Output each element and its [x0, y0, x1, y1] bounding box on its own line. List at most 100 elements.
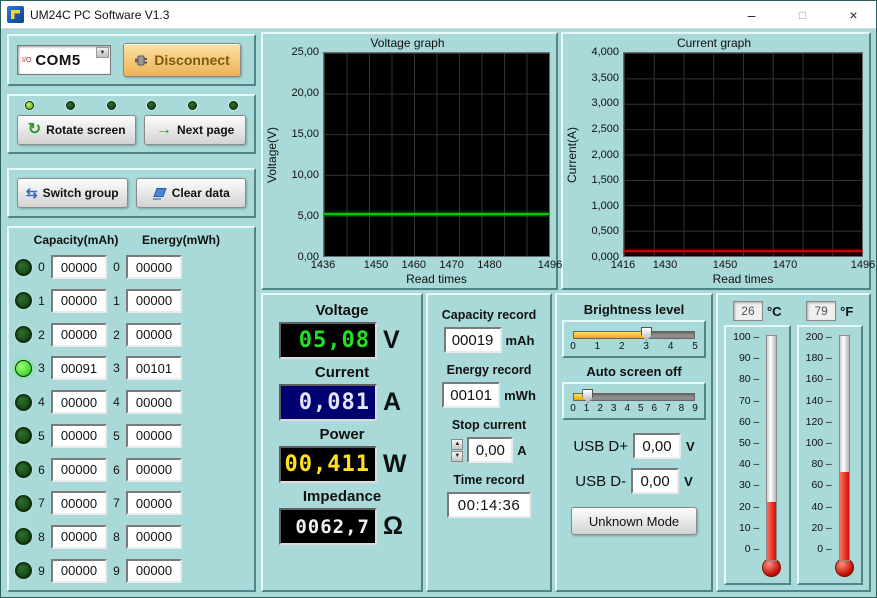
- energy-value-box: 00000: [126, 525, 182, 549]
- thermo-tick-label: 50 –: [739, 437, 759, 449]
- group-row-8: 800000800000: [15, 520, 248, 553]
- window-title: UM24C PC Software V1.3: [30, 8, 723, 22]
- capacity-value-box: 00000: [51, 424, 107, 448]
- autooff-track[interactable]: [573, 393, 695, 401]
- x-tick-label: 1470: [773, 259, 797, 271]
- group-led-0: [15, 259, 32, 276]
- group-row-7: 700000700000: [15, 487, 248, 520]
- energy-value-box: 00000: [126, 491, 182, 515]
- capacity-value-box: 00000: [51, 289, 107, 313]
- current-y-axis-label: Current(A): [565, 52, 579, 257]
- maximize-button[interactable]: □: [780, 1, 825, 29]
- readings-panel: Voltage 05,08 V Current 0,081 A Power 00…: [261, 293, 423, 592]
- thermo-tick-label: 80 –: [811, 458, 831, 470]
- voltage-unit: V: [383, 326, 400, 355]
- switch-icon: ⇆: [26, 186, 38, 200]
- usb-dplus-value: 0,00: [633, 433, 681, 459]
- x-tick-label: 1430: [653, 259, 677, 271]
- thermo-tick-label: 0 –: [745, 543, 760, 555]
- slider-tick-label: 8: [679, 403, 685, 414]
- clear-data-label: Clear data: [172, 186, 230, 200]
- close-button[interactable]: ×: [831, 1, 876, 29]
- energy-value-box: 00000: [126, 458, 182, 482]
- capacity-record-box: 00019: [444, 327, 502, 353]
- brightness-tick-labels: 012345: [573, 341, 695, 354]
- y-tick-label: 5,00: [298, 210, 319, 222]
- group-led-1: [15, 292, 32, 309]
- current-graph: Current graph Current(A) 4,0003,5003,000…: [561, 32, 871, 290]
- energy-value-box: 00101: [126, 356, 182, 380]
- brightness-track[interactable]: [573, 331, 695, 339]
- fahrenheit-value-box: 79: [806, 301, 836, 321]
- com-port-select[interactable]: I/O COM5 ▼: [17, 45, 111, 75]
- next-page-button[interactable]: → Next page: [144, 115, 246, 145]
- fahrenheit-tube-wrap: [835, 335, 854, 577]
- usb-dminus-unit: V: [684, 474, 693, 489]
- usb-dplus-unit: V: [686, 439, 695, 454]
- group-index: 3: [37, 361, 46, 375]
- combo-dropdown-icon[interactable]: ▼: [96, 47, 109, 58]
- capacity-value-box: 00000: [51, 525, 107, 549]
- status-led-row: [17, 101, 246, 110]
- autooff-tick-labels: 0123456789: [573, 403, 695, 416]
- switch-group-label: Switch group: [43, 186, 119, 200]
- disconnect-button[interactable]: Disconnect: [123, 43, 241, 77]
- brightness-slider[interactable]: 012345: [562, 320, 706, 358]
- group-led-7: [15, 495, 32, 512]
- energy-record-box: 00101: [442, 382, 500, 408]
- brightness-thumb[interactable]: [641, 327, 652, 341]
- celsius-scale: 100 –90 –80 –70 –60 –50 –40 –30 –20 –10 …: [733, 331, 759, 577]
- step-down-icon[interactable]: ▼: [451, 451, 463, 462]
- thermometer-celsius: 26 °C 100 –90 –80 –70 –60 –50 –40 –30 –2…: [724, 301, 791, 585]
- mode-button[interactable]: Unknown Mode: [571, 507, 697, 535]
- step-up-icon[interactable]: ▲: [451, 439, 463, 450]
- current-x-axis-label: Read times: [623, 272, 863, 288]
- capacity-value-box: 00000: [51, 559, 107, 583]
- thermo-tick-label: 30 –: [739, 479, 759, 491]
- current-unit: A: [383, 388, 401, 417]
- clear-data-button[interactable]: Clear data: [136, 178, 247, 208]
- energy-header: Energy(mWh): [135, 233, 227, 247]
- energy-value-box: 00000: [126, 289, 182, 313]
- usb-dminus-value: 0,00: [631, 468, 679, 494]
- energy-value-box: 00000: [126, 323, 182, 347]
- x-tick-label: 1450: [364, 259, 388, 271]
- nav-panel: ↻ Rotate screen → Next page: [7, 94, 256, 154]
- fahrenheit-thermometer: 200 –180 –160 –140 –120 –100 –80 –60 –40…: [797, 325, 864, 585]
- autooff-thumb[interactable]: [582, 389, 593, 403]
- x-tick-label: 1496: [851, 259, 875, 271]
- group-index: 4: [112, 395, 121, 409]
- stop-current-input[interactable]: 0,00: [467, 437, 513, 463]
- thermo-tick-label: 40 –: [811, 501, 831, 513]
- brightness-label: Brightness level: [584, 302, 684, 317]
- group-data-panel: Capacity(mAh) Energy(mWh) 00000000000010…: [7, 226, 256, 592]
- right-area: Voltage graph Voltage(V) 25,0020,0015,00…: [259, 29, 876, 597]
- celsius-tube-wrap: [762, 335, 781, 577]
- current-label: Current: [269, 364, 415, 381]
- energy-record-label: Energy record: [447, 363, 532, 377]
- energy-value-box: 00000: [126, 424, 182, 448]
- slider-tick-label: 3: [611, 403, 617, 414]
- group-row-2: 200000200000: [15, 318, 248, 351]
- slider-tick-label: 5: [638, 403, 644, 414]
- x-tick-label: 1450: [713, 259, 737, 271]
- group-row-9: 900000900000: [15, 554, 248, 587]
- group-row-5: 500000500000: [15, 419, 248, 452]
- status-led-3: [147, 101, 156, 110]
- y-tick-label: 1,000: [591, 200, 619, 212]
- group-index: 1: [37, 294, 46, 308]
- rotate-screen-button[interactable]: ↻ Rotate screen: [17, 115, 136, 145]
- group-row-6: 600000600000: [15, 453, 248, 486]
- thermometer-fahrenheit: 79 °F 200 –180 –160 –140 –120 –100 –80 –…: [797, 301, 864, 585]
- current-series-line: [624, 250, 862, 252]
- voltage-label: Voltage: [269, 302, 415, 319]
- minimize-button[interactable]: –: [729, 1, 774, 29]
- switch-group-button[interactable]: ⇆ Switch group: [17, 178, 128, 208]
- status-led-2: [107, 101, 116, 110]
- autooff-slider[interactable]: 0123456789: [562, 382, 706, 420]
- voltage-series-line: [324, 213, 549, 215]
- group-index: 5: [112, 429, 121, 443]
- y-tick-label: 1,500: [591, 174, 619, 186]
- voltage-plot-area: [323, 52, 550, 257]
- stop-current-stepper[interactable]: ▲ ▼: [451, 439, 463, 462]
